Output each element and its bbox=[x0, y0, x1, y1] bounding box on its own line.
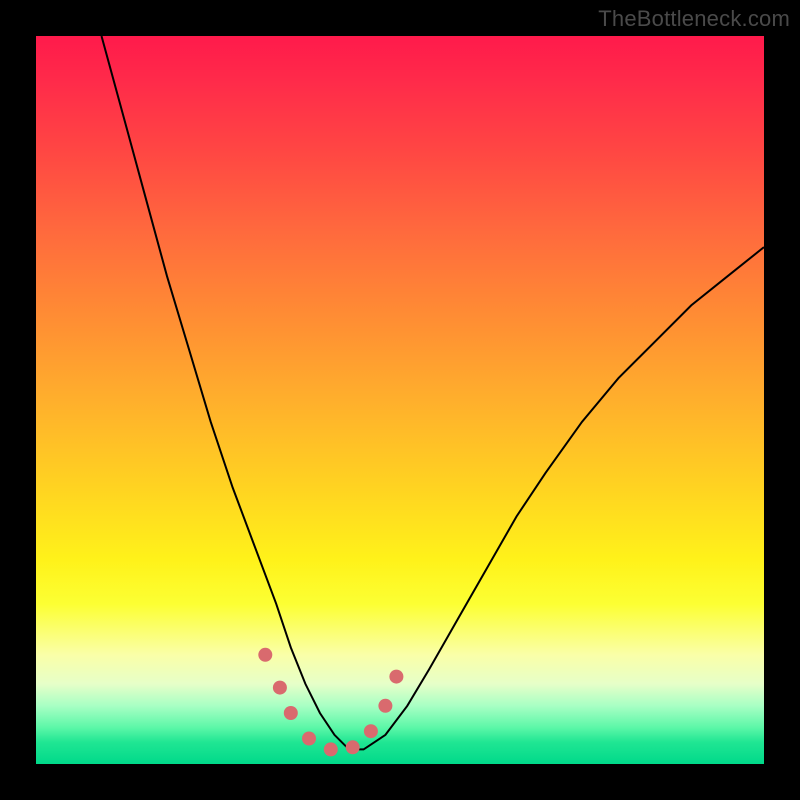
watermark-text: TheBottleneck.com bbox=[598, 6, 790, 32]
marker-dot bbox=[258, 648, 272, 662]
marker-dot bbox=[346, 740, 360, 754]
outer-frame: TheBottleneck.com bbox=[0, 0, 800, 800]
bottleneck-curve bbox=[102, 36, 765, 749]
marker-dot bbox=[389, 670, 403, 684]
marker-dot bbox=[324, 742, 338, 756]
plot-area bbox=[36, 36, 764, 764]
marker-group bbox=[258, 648, 403, 757]
marker-dot bbox=[302, 732, 316, 746]
marker-dot bbox=[364, 724, 378, 738]
marker-dot bbox=[378, 699, 392, 713]
marker-dot bbox=[284, 706, 298, 720]
curve-svg bbox=[36, 36, 764, 764]
marker-dot bbox=[273, 681, 287, 695]
